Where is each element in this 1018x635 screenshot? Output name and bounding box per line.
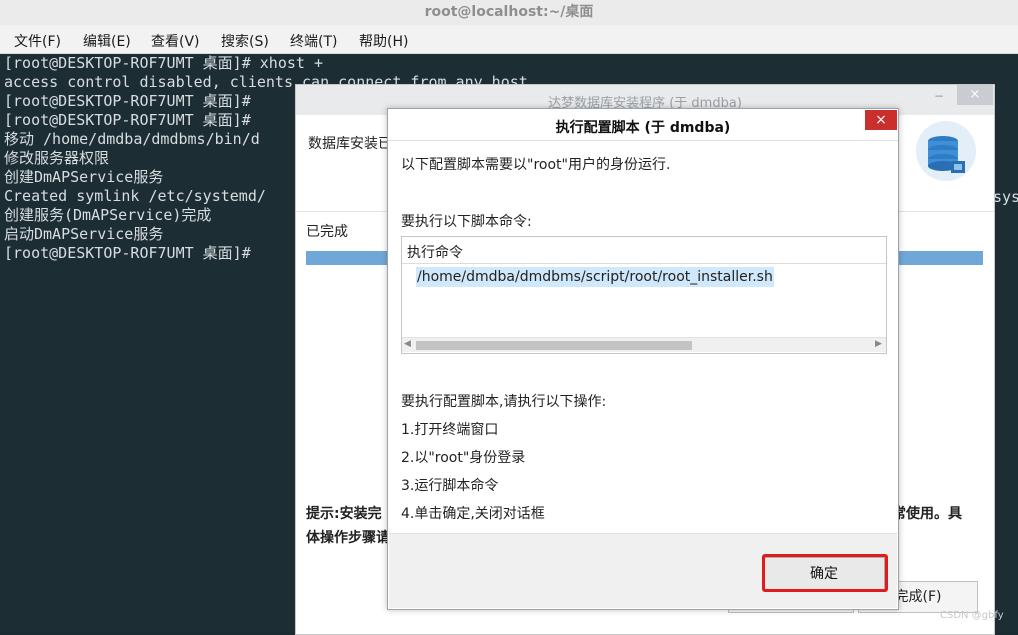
terminal-line: [root@DESKTOP-ROF7UMT 桌面]# [4,92,251,110]
menu-file[interactable]: 文件(F) [14,31,61,51]
terminal-line: 创建DmAPService服务 [4,168,164,186]
dialog-close-button[interactable]: × [865,110,897,130]
terminal-menu-bar: 文件(F) 编辑(E) 查看(V) 搜索(S) 终端(T) 帮助(H) [0,25,1018,54]
ok-button[interactable]: 确定 [763,557,885,591]
terminal-line: Created symlink /etc/systemd/ [4,187,266,205]
terminal-line: [root@DESKTOP-ROF7UMT 桌面]# [4,244,251,262]
terminal-overflow-text: sys [993,188,1018,206]
scroll-left-icon[interactable]: ◀ [404,339,411,349]
install-hint-text-tail: 常使用。具 [892,506,962,522]
commands-table-header: 执行命令 [402,237,886,264]
dialog-content: 以下配置脚本需要以"root"用户的身份运行. 要执行以下脚本命令: 执行命令 … [389,141,897,608]
terminal-title: root@localhost:~/桌面 [424,4,594,20]
terminal-line: 启动DmAPService服务 [4,225,164,243]
database-icon [916,121,976,181]
installer-heading: 数据库安装已 [308,136,392,152]
step-item: 4.单击确定,关闭对话框 [401,506,545,522]
steps-label: 要执行配置脚本,请执行以下操作: [401,394,607,410]
terminal-line: [root@DESKTOP-ROF7UMT 桌面]# [4,111,251,129]
terminal-line: 移动 /home/dmdba/dmdbms/bin/d [4,130,260,148]
install-hint-text-line2: 体操作步骤请 [306,530,390,546]
terminal-line: 修改服务器权限 [4,149,110,167]
scrollbar-thumb[interactable] [416,341,692,350]
install-status-label: 已完成 [306,224,348,240]
menu-search[interactable]: 搜索(S) [221,31,269,51]
minimize-icon[interactable]: − [932,89,946,103]
commands-label: 要执行以下脚本命令: [401,214,532,230]
step-item: 2.以"root"身份登录 [401,450,526,466]
menu-terminal[interactable]: 终端(T) [290,31,337,51]
commands-table[interactable]: 执行命令 /home/dmdba/dmdbms/script/root/root… [401,236,887,354]
scroll-right-icon[interactable]: ▶ [875,339,882,349]
menu-view[interactable]: 查看(V) [151,31,200,51]
horizontal-scrollbar[interactable]: ◀ ▶ [402,337,886,352]
dialog-title-bar: 执行配置脚本 (于 dmdba) × [388,109,898,141]
installer-close-button[interactable]: × [957,85,993,105]
command-row[interactable]: /home/dmdba/dmdbms/script/root/root_inst… [416,267,774,287]
config-script-dialog: 执行配置脚本 (于 dmdba) × 以下配置脚本需要以"root"用户的身份运… [387,108,899,610]
step-item: 3.运行脚本命令 [401,478,499,494]
step-item: 1.打开终端窗口 [401,422,499,438]
dialog-title: 执行配置脚本 (于 dmdba) [555,120,731,136]
menu-help[interactable]: 帮助(H) [359,31,408,51]
terminal-line: 创建服务(DmAPService)完成 [4,206,212,224]
column-header: 执行命令 [407,245,463,261]
install-hint-text: 提示:安装完 [306,506,382,522]
dialog-intro-text: 以下配置脚本需要以"root"用户的身份运行. [401,157,671,173]
terminal-title-bar: root@localhost:~/桌面 [0,0,1018,26]
terminal-line: [root@DESKTOP-ROF7UMT 桌面]# xhost + [4,54,323,72]
watermark: CSDN @gbfy [940,610,1004,621]
menu-edit[interactable]: 编辑(E) [83,31,131,51]
